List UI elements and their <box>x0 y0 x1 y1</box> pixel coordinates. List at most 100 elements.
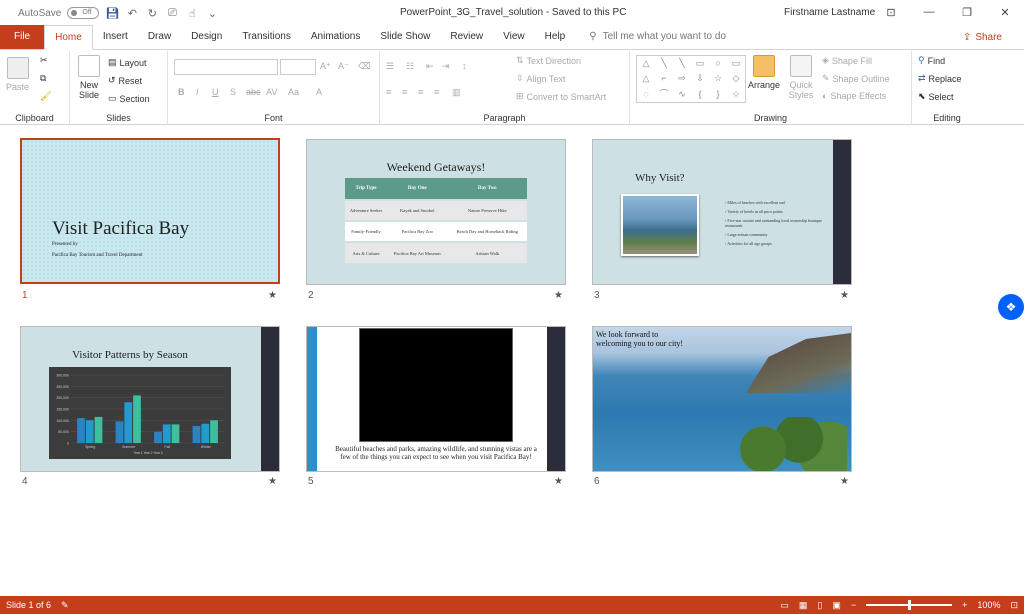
shape-icon[interactable]: ⇩ <box>691 71 709 86</box>
tab-file[interactable]: File <box>0 25 45 49</box>
shape-fill-button[interactable]: ◈ Shape Fill <box>822 55 872 66</box>
cut-icon[interactable]: ✂ <box>40 55 48 66</box>
zoom-level[interactable]: 100% <box>977 600 1000 610</box>
shape-icon[interactable]: ▭ <box>691 56 709 71</box>
tab-insert[interactable]: Insert <box>93 25 138 49</box>
share-button[interactable]: ⇪ Share <box>963 32 1002 43</box>
layout-button[interactable]: ▤ Layout <box>108 57 147 68</box>
tab-help[interactable]: Help <box>535 25 576 49</box>
font-name-field[interactable] <box>174 59 278 75</box>
shape-effects-button[interactable]: ◐ Shape Effects <box>822 91 886 101</box>
align-center-icon[interactable]: ≡ <box>402 87 407 97</box>
font-size-field[interactable] <box>280 59 316 75</box>
italic-button[interactable]: I <box>196 87 199 97</box>
shape-icon[interactable]: ○ <box>709 56 727 71</box>
shape-icon[interactable]: ◇ <box>727 71 745 86</box>
convert-smartart-button[interactable]: ⊞ Convert to SmartArt <box>516 91 606 102</box>
tab-animations[interactable]: Animations <box>301 25 370 49</box>
select-button[interactable]: ⬉ Select <box>918 91 954 102</box>
copy-icon[interactable]: ⧉ <box>40 73 46 84</box>
columns-icon[interactable]: ▥ <box>452 87 461 98</box>
bullets-icon[interactable]: ☰ <box>386 61 394 72</box>
shape-outline-button[interactable]: ✎ Shape Outline <box>822 73 890 84</box>
slide-thumbnail-3[interactable]: Why Visit? Miles of beaches with excelle… <box>592 139 852 285</box>
shape-icon[interactable]: △ <box>637 56 655 71</box>
paste-button[interactable]: Paste <box>6 57 29 92</box>
align-text-button[interactable]: ⇳ Align Text <box>516 73 565 84</box>
increase-font-icon[interactable]: A⁺ <box>320 61 331 72</box>
slide-thumbnail-4[interactable]: Visitor Patterns by Season 300,000 250,00… <box>20 326 280 472</box>
zoom-slider[interactable] <box>866 600 953 610</box>
spell-check-icon[interactable]: ✎ <box>61 600 69 611</box>
user-name[interactable]: Firstname Lastname <box>784 7 875 18</box>
character-spacing-button[interactable]: AV <box>266 87 277 97</box>
autosave-toggle[interactable]: Off <box>67 7 100 19</box>
underline-button[interactable]: U <box>212 87 219 97</box>
numbering-icon[interactable]: ☷ <box>406 61 414 72</box>
shape-icon[interactable]: ◌ <box>637 87 655 102</box>
line-spacing-icon[interactable]: ↕ <box>462 61 467 71</box>
shadow-button[interactable]: S <box>230 87 236 97</box>
text-direction-button[interactable]: ⇅ Text Direction <box>516 55 581 66</box>
redo-icon[interactable]: ↻ <box>145 7 159 20</box>
arrange-button[interactable]: Arrange <box>748 55 780 90</box>
shape-icon[interactable]: ⇨ <box>673 71 691 86</box>
ribbon-display-options-icon[interactable]: ⊡ <box>872 0 910 24</box>
shape-icon[interactable]: ☆ <box>727 87 745 102</box>
shape-icon[interactable]: ∿ <box>673 87 691 102</box>
reading-view-icon[interactable]: ▯ <box>817 600 822 611</box>
save-icon[interactable]: 💾︎ <box>105 7 119 20</box>
dropbox-icon[interactable]: ❖ <box>998 294 1024 320</box>
clear-formatting-icon[interactable]: ⌫ <box>358 61 371 72</box>
find-button[interactable]: ⚲ Find <box>918 55 945 66</box>
undo-icon[interactable]: ↶ <box>125 7 139 20</box>
section-button[interactable]: ▭ Section <box>108 93 150 104</box>
slide-thumbnail-2[interactable]: Weekend Getaways! Trip Type Day One Day … <box>306 139 566 285</box>
tab-slide-show[interactable]: Slide Show <box>370 25 440 49</box>
justify-icon[interactable]: ≡ <box>434 87 439 97</box>
video-placeholder[interactable] <box>359 328 513 442</box>
shape-icon[interactable]: ╲ <box>673 56 691 71</box>
bold-button[interactable]: B <box>178 87 185 97</box>
close-icon[interactable]: ✕ <box>986 0 1024 24</box>
format-painter-icon[interactable]: 🖌︎ <box>40 91 51 102</box>
font-color-icon[interactable]: A <box>316 87 322 97</box>
normal-view-icon[interactable]: ▭ <box>780 600 789 611</box>
minimize-icon[interactable]: — <box>910 0 948 24</box>
touch-mode-icon[interactable]: ☝︎ <box>185 7 199 20</box>
slide-thumbnail-6[interactable]: We look forward to welcoming you to our … <box>592 326 852 472</box>
increase-indent-icon[interactable]: ⇥ <box>442 61 450 72</box>
change-case-button[interactable]: Aa <box>288 87 299 97</box>
align-left-icon[interactable]: ≡ <box>386 87 391 97</box>
quick-styles-button[interactable]: Quick Styles <box>786 55 816 100</box>
fit-to-window-icon[interactable]: ⊡ <box>1010 600 1018 611</box>
shape-icon[interactable]: ▭ <box>727 56 745 71</box>
slide-sorter-view-icon[interactable]: ▦ <box>799 600 808 611</box>
start-from-beginning-icon[interactable]: ⎚ <box>165 7 179 20</box>
zoom-in-button[interactable]: + <box>962 600 967 610</box>
zoom-out-button[interactable]: − <box>851 600 856 610</box>
decrease-font-icon[interactable]: A⁻ <box>338 61 349 72</box>
tab-review[interactable]: Review <box>440 25 493 49</box>
tab-design[interactable]: Design <box>181 25 232 49</box>
shape-icon[interactable]: ⌐ <box>655 71 673 86</box>
tell-me-search[interactable]: ⚲ Tell me what you want to do <box>575 25 726 49</box>
slide-thumbnail-1[interactable]: Visit Pacifica Bay Presented by Pacifica… <box>20 138 280 284</box>
restore-icon[interactable]: ❐ <box>948 0 986 24</box>
align-right-icon[interactable]: ≡ <box>418 87 423 97</box>
tab-home[interactable]: Home <box>44 25 93 50</box>
shape-icon[interactable]: ╲ <box>655 56 673 71</box>
shapes-gallery[interactable]: △ ╲ ╲ ▭ ○ ▭ △ ⌐ ⇨ ⇩ ☆ ◇ ◌ ⌒ ∿{} ☆ <box>636 55 746 103</box>
slide-show-view-icon[interactable]: ▣ <box>832 600 841 611</box>
slide-thumbnail-5[interactable]: Beautiful beaches and parks, amazing wil… <box>306 326 566 472</box>
new-slide-button[interactable]: New Slide <box>76 55 102 100</box>
shape-icon[interactable]: △ <box>637 71 655 86</box>
strikethrough-button[interactable]: abc <box>246 87 261 97</box>
tab-draw[interactable]: Draw <box>138 25 181 49</box>
decrease-indent-icon[interactable]: ⇤ <box>426 61 434 72</box>
shape-icon[interactable]: ☆ <box>709 71 727 86</box>
shape-icon[interactable]: ⌒ <box>655 87 673 102</box>
reset-button[interactable]: ↺ Reset <box>108 75 142 86</box>
tab-transitions[interactable]: Transitions <box>232 25 301 49</box>
shape-icon[interactable]: { <box>691 87 709 102</box>
